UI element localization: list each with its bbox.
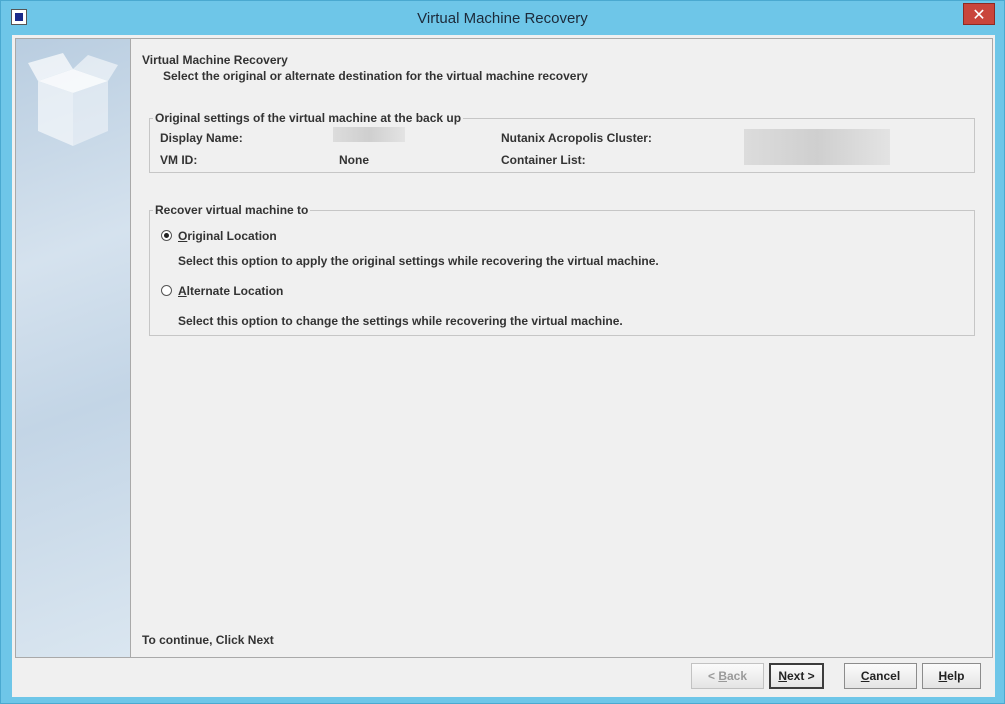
page-subtitle: Select the original or alternate destina… <box>163 69 588 83</box>
original-location-radio[interactable] <box>161 230 172 241</box>
original-settings-legend: Original settings of the virtual machine… <box>155 111 462 125</box>
back-button[interactable]: < Back <box>691 663 764 689</box>
recover-to-legend: Recover virtual machine to <box>155 203 309 217</box>
wizard-side-banner <box>15 38 131 658</box>
alternate-location-label[interactable]: Alternate Location <box>178 284 283 298</box>
recovery-window: Virtual Machine Recovery ✕ Virtual Machi… <box>0 0 1005 704</box>
next-button[interactable]: Next > <box>769 663 824 689</box>
cluster-label: Nutanix Acropolis Cluster: <box>501 131 652 145</box>
title-bar[interactable]: Virtual Machine Recovery ✕ <box>1 1 1004 35</box>
vm-id-value: None <box>339 153 369 167</box>
window-title: Virtual Machine Recovery <box>417 10 588 27</box>
original-location-description: Select this option to apply the original… <box>178 254 659 268</box>
original-location-label[interactable]: Original Location <box>178 229 277 243</box>
wizard-content: Virtual Machine Recovery Select the orig… <box>130 38 993 658</box>
page-title: Virtual Machine Recovery <box>142 53 288 67</box>
close-icon: ✕ <box>972 5 986 24</box>
help-button[interactable]: Help <box>922 663 981 689</box>
vm-id-label: VM ID: <box>160 153 198 167</box>
box-icon <box>28 53 118 146</box>
display-name-label: Display Name: <box>160 131 243 145</box>
alternate-location-description: Select this option to change the setting… <box>178 314 623 328</box>
alternate-location-radio[interactable] <box>161 285 172 296</box>
container-list-label: Container List: <box>501 153 586 167</box>
close-button[interactable]: ✕ <box>963 3 995 25</box>
cluster-value-redacted <box>744 129 890 165</box>
display-name-value-redacted <box>333 127 405 142</box>
dialog-client-area: Virtual Machine Recovery Select the orig… <box>12 35 995 697</box>
continue-hint: To continue, Click Next <box>142 633 274 647</box>
cancel-button[interactable]: Cancel <box>844 663 917 689</box>
